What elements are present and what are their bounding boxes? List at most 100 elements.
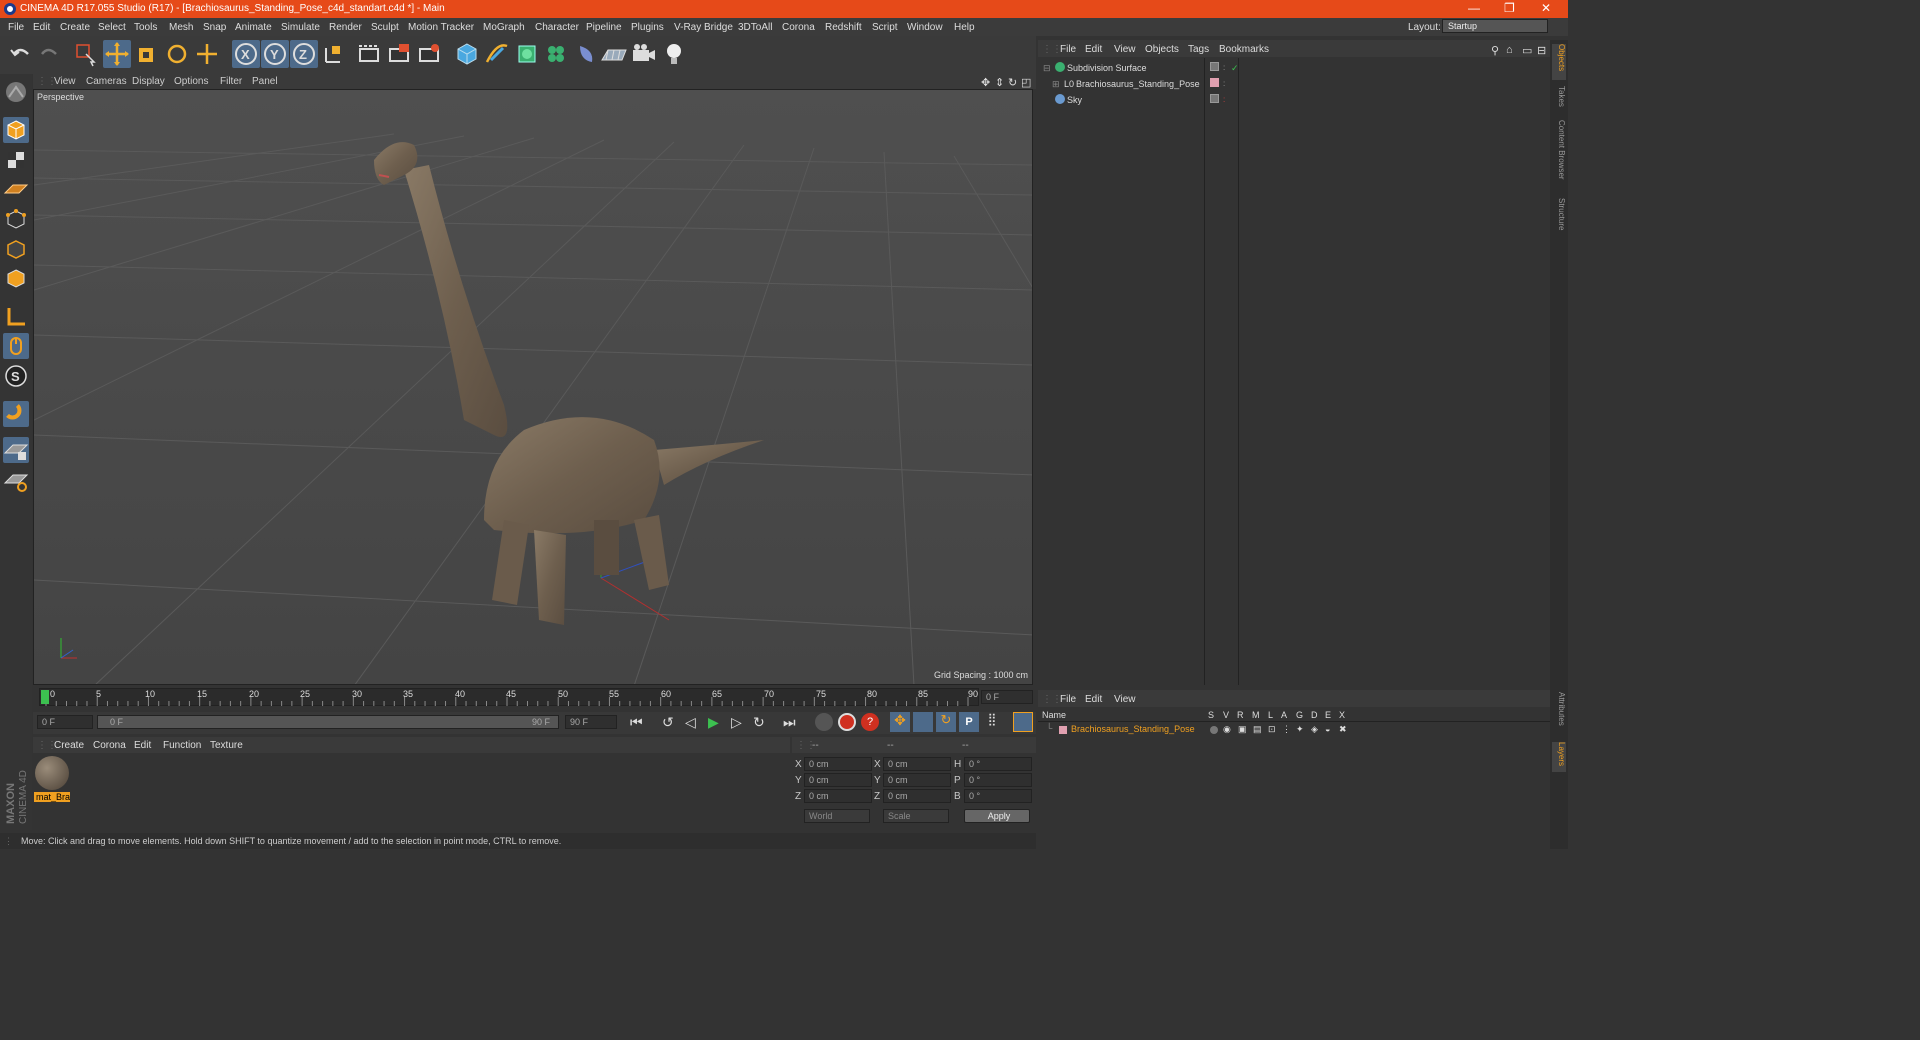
render-to-picture-viewer-icon[interactable] (415, 40, 443, 68)
go-to-end-icon[interactable]: ⏭ (783, 714, 796, 731)
render-view-icon[interactable] (355, 40, 383, 68)
menu-render[interactable]: Render (329, 22, 362, 33)
position-x-field[interactable]: 0 cm (804, 757, 872, 771)
menu-3dtoall[interactable]: 3DToAll (738, 22, 772, 33)
layout-select[interactable]: Startup (1442, 19, 1548, 33)
menu-script[interactable]: Script (872, 22, 898, 33)
texture-mode-icon[interactable] (3, 147, 29, 173)
record-active-icon[interactable] (838, 713, 856, 731)
axis-mode-icon[interactable] (3, 304, 29, 330)
key-parameter-icon[interactable]: P (959, 712, 979, 732)
light-object-icon[interactable] (660, 40, 688, 68)
material-menu-corona[interactable]: Corona (93, 740, 126, 751)
frame-range-slider[interactable]: 0 F 90 F (97, 715, 559, 729)
column-locked[interactable]: L (1268, 710, 1273, 720)
objects-menu-tags[interactable]: Tags (1188, 44, 1209, 55)
edges-mode-icon[interactable] (3, 236, 29, 262)
camera-object-icon[interactable] (630, 40, 658, 68)
menu-sculpt[interactable]: Sculpt (371, 22, 399, 33)
expression-toggle-icon[interactable]: ◒ (1325, 724, 1330, 734)
tab-attributes[interactable]: Attributes (1552, 692, 1566, 736)
viewport-menu-filter[interactable]: Filter (220, 76, 242, 87)
viewport-menu-cameras[interactable]: Cameras (86, 76, 127, 87)
viewport-menu-panel[interactable]: Panel (252, 76, 278, 87)
end-frame-field[interactable]: 90 F (565, 715, 617, 729)
layers-menu-file[interactable]: File (1060, 694, 1076, 705)
step-back-icon[interactable]: ◁ (685, 714, 696, 731)
column-solo[interactable]: S (1208, 710, 1214, 720)
perspective-viewport[interactable]: Perspective Grid Spacing : 1000 cm (33, 89, 1033, 685)
play-icon[interactable]: ▶ (708, 714, 719, 731)
floor-object-icon[interactable] (600, 40, 628, 68)
xref-toggle-icon[interactable]: ✖ (1339, 724, 1347, 735)
position-y-field[interactable]: 0 cm (804, 773, 872, 787)
material-menu-function[interactable]: Function (163, 740, 201, 751)
menu-motion-tracker[interactable]: Motion Tracker (408, 22, 474, 33)
render-toggle-icon[interactable]: ▣ (1238, 724, 1247, 735)
tab-layers[interactable]: Layers (1552, 742, 1566, 772)
cube-object-icon[interactable] (453, 40, 481, 68)
live-selection-icon[interactable] (72, 40, 100, 68)
start-frame-field[interactable]: 0 F (37, 715, 93, 729)
rotate-tool-icon[interactable] (163, 40, 191, 68)
tweak-mode-icon[interactable] (3, 333, 29, 359)
make-editable-icon[interactable] (3, 79, 29, 105)
menu-vray-bridge[interactable]: V-Ray Bridge (674, 22, 733, 33)
current-frame-field[interactable]: 0 F (981, 690, 1033, 704)
size-y-field[interactable]: 0 cm (883, 773, 951, 787)
viewport-menu-display[interactable]: Display (132, 76, 165, 87)
rotation-b-field[interactable]: 0 ° (964, 789, 1032, 803)
material-menu-edit[interactable]: Edit (134, 740, 151, 751)
objects-menu-edit[interactable]: Edit (1085, 44, 1102, 55)
model-mode-icon[interactable] (3, 117, 29, 143)
timeline-playhead[interactable] (41, 690, 49, 704)
magnet-tool-icon[interactable] (3, 401, 29, 427)
size-x-field[interactable]: 0 cm (883, 757, 951, 771)
menu-animate[interactable]: Animate (235, 22, 272, 33)
spline-pen-icon[interactable] (483, 40, 511, 68)
column-render[interactable]: R (1237, 710, 1244, 720)
layer-toggle-icon[interactable] (1210, 62, 1219, 71)
close-button[interactable]: ✕ (1541, 1, 1551, 15)
generator-toggle-icon[interactable]: ✦ (1296, 724, 1304, 735)
apply-button[interactable]: Apply (964, 809, 1030, 823)
menu-file[interactable]: File (8, 22, 24, 33)
new-window-icon[interactable]: ▭ (1522, 44, 1532, 57)
viewport-zoom-icon[interactable]: ⇕ (995, 76, 1004, 89)
menu-tools[interactable]: Tools (134, 22, 157, 33)
redo-button[interactable] (36, 40, 64, 68)
rotation-p-field[interactable]: 0 ° (964, 773, 1032, 787)
workplane-mode-icon[interactable] (3, 176, 29, 202)
go-to-start-icon[interactable]: ⏮ (630, 714, 643, 731)
column-deformers[interactable]: D (1311, 710, 1318, 720)
column-manager[interactable]: M (1252, 710, 1260, 720)
visibility-dots-icon[interactable]: : (1223, 63, 1225, 72)
object-name[interactable]: Brachiosaurus_Standing_Pose (1076, 79, 1200, 89)
viewport-maximize-icon[interactable]: ◰ (1021, 76, 1031, 89)
menu-character[interactable]: Character (535, 22, 579, 33)
tab-content-browser[interactable]: Content Browser (1552, 120, 1566, 190)
mograph-cloner-icon[interactable] (542, 40, 570, 68)
visibility-dots-icon[interactable]: : (1223, 95, 1225, 104)
rotation-h-field[interactable]: 0 ° (964, 757, 1032, 771)
view-toggle-icon[interactable]: ◉ (1223, 724, 1231, 735)
object-name[interactable]: Sky (1067, 95, 1082, 105)
previous-key-icon[interactable]: ↺ (662, 714, 674, 731)
material-swatch[interactable]: mat_Bra (34, 756, 70, 804)
menu-select[interactable]: Select (98, 22, 126, 33)
menu-create[interactable]: Create (60, 22, 90, 33)
workplane-lock-icon[interactable] (3, 437, 29, 463)
solo-toggle-icon[interactable] (1210, 726, 1218, 734)
x-axis-lock-icon[interactable]: X (232, 40, 260, 68)
menu-simulate[interactable]: Simulate (281, 22, 320, 33)
position-z-field[interactable]: 0 cm (804, 789, 872, 803)
key-position-icon[interactable]: ✥ (890, 712, 910, 732)
autokey-icon[interactable]: ? (861, 713, 879, 731)
menu-mograph[interactable]: MoGraph (483, 22, 525, 33)
object-row-subdivision-surface[interactable]: ⊟ Subdivision Surface : ✓ (1040, 60, 1548, 76)
coordinate-system-icon[interactable] (320, 40, 348, 68)
menu-mesh[interactable]: Mesh (169, 22, 193, 33)
timeline-ruler[interactable]: 0 5 10 15 20 25 30 35 40 45 50 55 60 65 … (33, 686, 1036, 708)
points-mode-icon[interactable] (3, 206, 29, 232)
key-scale-icon[interactable] (913, 712, 933, 732)
